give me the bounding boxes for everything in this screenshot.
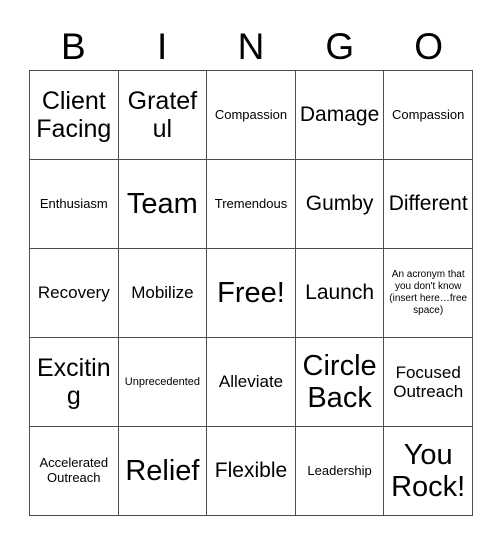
bingo-cell[interactable]: Circle Back (295, 338, 385, 427)
bingo-cell-label: Relief (125, 454, 200, 487)
bingo-cell[interactable]: Exciting (30, 338, 119, 427)
bingo-cell-label: Different (388, 192, 468, 216)
bingo-cell[interactable]: Damage (295, 71, 385, 160)
bingo-cell-label: Gumby (305, 192, 374, 216)
bingo-cell-label: Launch (305, 281, 375, 305)
bingo-cell-label: Damage (299, 103, 380, 127)
bingo-cell-label: Flexible (214, 459, 288, 483)
bingo-cell[interactable]: Unprecedented (118, 338, 208, 427)
bingo-cell-label: Recovery (37, 283, 110, 303)
bingo-cell-label: Focused Outreach (393, 362, 464, 401)
bingo-cell[interactable]: Gumby (295, 160, 385, 249)
bingo-cell[interactable]: Recovery (30, 249, 119, 338)
bingo-cell[interactable]: Tremendous (207, 160, 296, 249)
bingo-cell-label: Team (126, 187, 198, 220)
bingo-cell[interactable]: Grateful (118, 71, 208, 160)
bingo-cell[interactable]: Alleviate (207, 338, 296, 427)
bingo-grid: Client Facing Grateful Compassion Damage Com… (29, 70, 473, 516)
bingo-cell-label: Client Facing (36, 87, 112, 143)
bingo-cell-label: Accelerated Outreach (39, 455, 109, 485)
bingo-cell[interactable]: Enthusiasm (30, 160, 119, 249)
bingo-cell[interactable]: You Rock! (384, 427, 473, 516)
bingo-cell[interactable]: An acronym that you don't know (insert h… (384, 249, 473, 338)
bingo-cell[interactable]: Launch (295, 249, 385, 338)
bingo-cell[interactable]: Accelerated Outreach (30, 427, 119, 516)
header-letter-g: G (325, 25, 355, 67)
bingo-cell[interactable]: Compassion (207, 71, 296, 160)
bingo-cell[interactable]: Client Facing (30, 71, 119, 160)
bingo-cell[interactable]: Team (118, 160, 208, 249)
header-letter-i: I (157, 25, 168, 67)
bingo-cell-label: Tremendous (214, 195, 288, 211)
bingo-cell-label: Free! (217, 276, 285, 309)
header-letter-o: O (414, 25, 443, 67)
bingo-cell-label: Leadership (307, 462, 372, 478)
bingo-cell-label: Mobilize (131, 283, 194, 303)
header-letter-n: N (237, 25, 265, 67)
bingo-cell[interactable]: Mobilize (118, 249, 208, 338)
header-letter-b: B (61, 25, 86, 67)
bingo-cell-label: Compassion (392, 106, 465, 122)
bingo-cell[interactable]: Different (384, 160, 473, 249)
bingo-cell-label: An acronym that you don't know (insert h… (389, 268, 468, 317)
bingo-cell[interactable]: Focused Outreach (384, 338, 473, 427)
bingo-card: B I N G O Client Facing Grateful Compassio… (0, 0, 500, 544)
bingo-cell[interactable]: Relief (118, 427, 208, 516)
bingo-cell-label: Unprecedented (124, 375, 200, 388)
bingo-header-row: B I N G O (29, 22, 473, 70)
bingo-cell-label: Exciting (36, 354, 111, 410)
bingo-cell[interactable]: Flexible (207, 427, 296, 516)
bingo-cell-label: Alleviate (218, 372, 284, 392)
bingo-cell-label: Enthusiasm (39, 195, 108, 211)
bingo-cell-label: Compassion (214, 106, 288, 122)
bingo-cell-label: Circle Back (302, 349, 377, 414)
bingo-cell-label: You Rock! (391, 438, 466, 503)
bingo-cell[interactable]: Leadership (295, 427, 385, 516)
bingo-cell[interactable]: Compassion (384, 71, 473, 160)
bingo-cell-label: Grateful (127, 87, 198, 143)
bingo-cell[interactable]: Free! (207, 249, 296, 338)
